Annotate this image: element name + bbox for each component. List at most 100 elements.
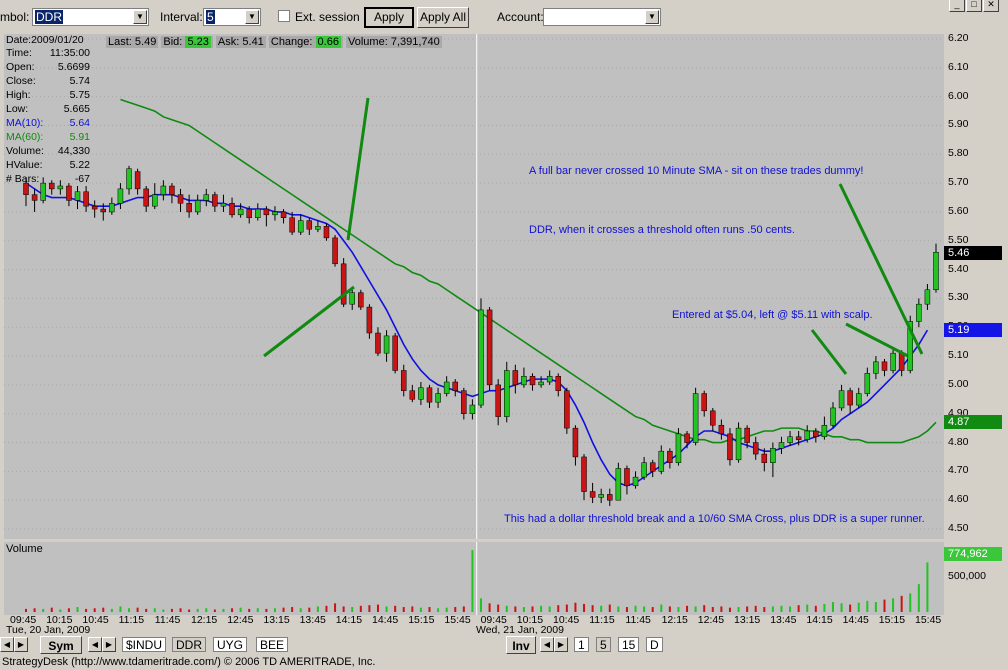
candle-body xyxy=(658,450,665,472)
apply-button[interactable]: Apply xyxy=(364,7,414,28)
volume-bar xyxy=(299,608,302,612)
volume-bar xyxy=(170,608,173,612)
data-window: Date:2009/01/20 Time: 11:35:00 Open: 5.669… xyxy=(6,34,90,185)
price-axis: 6.20 6.10 6.00 5.90 5.80 5.70 5.60 5.50 5.40 5.30… xyxy=(944,32,1004,539)
tab-symbol-bee[interactable]: BEE xyxy=(256,637,289,652)
symbol-value[interactable]: DDR xyxy=(35,10,63,24)
chevron-down-icon[interactable]: ▼ xyxy=(245,10,259,24)
bid-price-tag: 5.19 xyxy=(944,323,1002,337)
info-label: MA(60): xyxy=(6,131,44,143)
tab-interval-d[interactable]: D xyxy=(646,637,663,652)
info-value: 44,330 xyxy=(57,145,90,157)
ext-session-label[interactable]: Ext. session xyxy=(295,10,360,24)
volume-bar xyxy=(188,609,191,612)
ask-label: Ask: xyxy=(217,36,240,48)
volume-bar xyxy=(754,605,757,612)
candle-body xyxy=(315,226,321,230)
volume-bar xyxy=(892,598,895,612)
volume-bar xyxy=(608,604,611,612)
apply-all-button[interactable]: Apply All xyxy=(417,7,469,28)
account-combobox[interactable]: ▼ xyxy=(543,8,661,26)
volume-bar xyxy=(540,605,543,612)
volume-bar xyxy=(93,608,96,612)
time-axis-tick: 12:15 xyxy=(191,614,218,626)
candle-body xyxy=(924,289,931,305)
interval-next-icon[interactable]: ▶ xyxy=(554,637,568,652)
volume-bar xyxy=(179,608,182,612)
interval-combobox[interactable]: 5 ▼ xyxy=(203,8,261,26)
candle-body xyxy=(194,200,201,213)
symbol-combobox[interactable]: DDR ▼ xyxy=(32,8,149,26)
volume-bar xyxy=(419,607,422,612)
volume-bar xyxy=(531,606,534,612)
sym-next-icon[interactable]: ▶ xyxy=(102,637,116,652)
last-price-tag: 5.46 xyxy=(944,246,1002,260)
candle-body xyxy=(521,375,527,386)
interval-prev-icon[interactable]: ◀ xyxy=(540,637,554,652)
ma60-line xyxy=(120,98,937,444)
candle-body xyxy=(409,390,416,400)
candle-body xyxy=(109,203,115,213)
info-row-ma10: MA(10): 5.64 xyxy=(6,117,90,130)
time-axis-tick: 11:45 xyxy=(154,614,181,626)
chevron-down-icon[interactable]: ▼ xyxy=(645,10,659,24)
volume-bar xyxy=(376,604,379,612)
volume-bar xyxy=(583,603,586,612)
info-label: MA(10): xyxy=(6,117,44,129)
volume-bar xyxy=(634,605,637,612)
volume-bar xyxy=(462,606,465,612)
price-axis-tick: 4.50 xyxy=(948,522,969,534)
price-chart-area[interactable]: Last: 5.49 Bid: 5.23 Ask: 5.41 Change: 0… xyxy=(4,34,944,539)
sym-prev-icon[interactable]: ◀ xyxy=(88,637,102,652)
candle-body xyxy=(804,430,810,440)
tab-interval-5[interactable]: 5 xyxy=(596,637,611,652)
trendline xyxy=(346,97,370,241)
minimize-icon[interactable]: _ xyxy=(949,0,965,12)
info-row-time: Time: 11:35:00 xyxy=(6,47,90,60)
candle-body xyxy=(443,381,450,394)
tab-symbol-uyg[interactable]: UYG xyxy=(213,637,248,652)
candle-body xyxy=(564,390,570,429)
maximize-icon[interactable]: □ xyxy=(966,0,982,12)
candle-body xyxy=(126,168,132,190)
sym-button[interactable]: Sym xyxy=(40,636,82,654)
bid-label: Bid: xyxy=(163,36,183,48)
candle-body xyxy=(589,491,596,498)
candle-body xyxy=(821,424,828,438)
volume-bar xyxy=(643,606,646,612)
annotation-entry-note: Entered at $5.04, left @ $5.11 with scal… xyxy=(672,309,873,321)
price-axis-tick: 5.50 xyxy=(948,233,969,246)
candle-body xyxy=(152,194,158,207)
candle-body xyxy=(761,453,768,463)
volume-bar xyxy=(514,606,517,612)
candle-body xyxy=(306,220,313,230)
date-label-day2: Wed, 21 Jan, 2009 xyxy=(476,624,564,636)
volume-chart-area[interactable]: Volume xyxy=(4,542,944,615)
scroll-left-icon[interactable]: ◀ xyxy=(0,637,14,652)
volume-bar xyxy=(265,608,268,612)
ask-quote: Ask: 5.41 xyxy=(215,36,266,48)
tab-interval-15[interactable]: 15 xyxy=(618,637,640,652)
close-icon[interactable]: ✕ xyxy=(983,0,999,12)
volume-chart xyxy=(25,542,929,615)
date-label-day1: Tue, 20 Jan, 2009 xyxy=(6,624,91,636)
bid-quote: Bid: 5.23 xyxy=(161,36,213,48)
candle-body xyxy=(667,450,673,463)
tab-symbol-indu[interactable]: $INDU xyxy=(122,637,167,652)
tab-interval-1[interactable]: 1 xyxy=(574,637,589,652)
inv-button[interactable]: Inv xyxy=(506,636,536,654)
candle-body xyxy=(289,217,295,233)
time-axis-tick: 14:45 xyxy=(372,614,399,626)
volume-bar xyxy=(591,605,594,612)
volume-axis-label: 500,000 xyxy=(948,570,986,582)
volume-bar xyxy=(205,608,208,612)
candle-body xyxy=(813,430,819,438)
volume-bar xyxy=(334,603,337,612)
scroll-right-icon[interactable]: ▶ xyxy=(14,637,28,652)
volume-bar xyxy=(428,607,431,612)
tab-symbol-ddr[interactable]: DDR xyxy=(172,637,206,652)
chevron-down-icon[interactable]: ▼ xyxy=(133,10,147,24)
ext-session-checkbox[interactable] xyxy=(278,10,290,22)
interval-value[interactable]: 5 xyxy=(206,10,215,24)
volume-bar xyxy=(677,607,680,612)
